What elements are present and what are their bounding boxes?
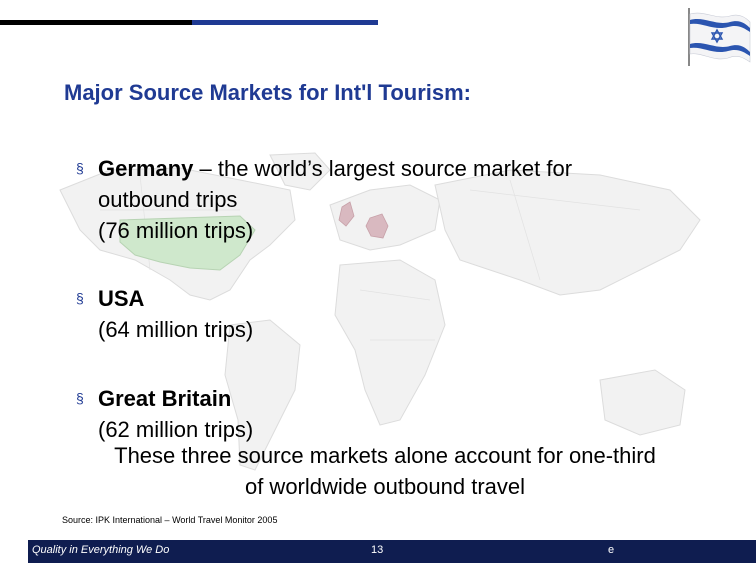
bullet-marker: § [76, 390, 84, 406]
australia-shape [599, 369, 686, 436]
summary-line: of worldwide outbound travel [244, 474, 526, 499]
footer-motto: Quality in Everything We Do [32, 544, 170, 556]
bullet-text: (64 million trips) [98, 317, 254, 342]
bullet-heading: USA [98, 286, 145, 311]
bullet-text: – the world’s largest source market for [193, 156, 573, 181]
bullet-heading: Germany [98, 156, 194, 181]
bullet-heading: Great Britain [98, 386, 232, 411]
footer-bar: Quality in Everything We Do 13 e [28, 540, 756, 563]
slide-title: Major Source Markets for Int'l Tourism: [64, 80, 471, 105]
israel-flag-icon [688, 8, 751, 66]
header-rule-black [0, 20, 192, 25]
bullet-marker: § [76, 160, 84, 176]
source-citation: Source: IPK International – World Travel… [62, 515, 278, 525]
bullet-usa: § USA (64 million trips) [76, 283, 376, 345]
bullet-great-britain: § Great Britain (62 million trips) [76, 383, 376, 445]
footer-extra-text: e [608, 544, 615, 556]
page-number: 13 [371, 544, 384, 556]
bullet-germany: § Germany – the world’s largest source m… [76, 153, 696, 246]
header-rule-blue [192, 20, 378, 25]
bullet-text: outbound trips [98, 187, 238, 212]
bullet-text: (76 million trips) [98, 218, 254, 243]
bullet-marker: § [76, 290, 84, 306]
summary-statement: These three source markets alone account… [60, 440, 710, 502]
summary-line: These three source markets alone account… [114, 443, 656, 468]
